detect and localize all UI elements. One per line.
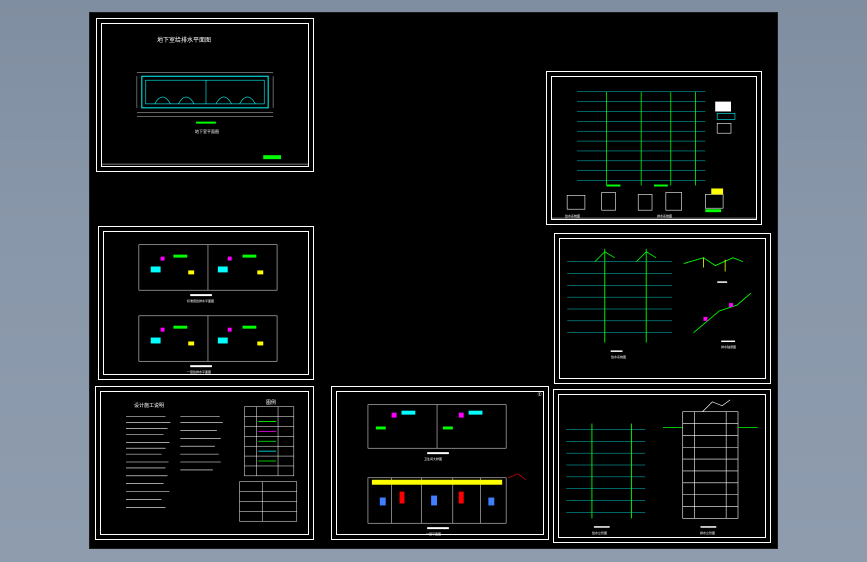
sheet-caption-a: 给水系统图 <box>565 214 581 218</box>
riser-drawing <box>566 399 758 528</box>
sheet-caption-a: 给水系统图 <box>611 355 627 359</box>
sheet-caption-b: 排水轴测图 <box>721 345 737 349</box>
floor-plan-drawing <box>138 244 278 368</box>
isometric-drawing <box>567 248 752 352</box>
sheet-caption-b: 一层给排水平面图 <box>187 370 212 374</box>
sheet-caption: 地下室平面图 <box>195 129 219 134</box>
sheet-caption-b: 排水立管图 <box>700 531 716 535</box>
sheet-unit-plans[interactable]: ① 卫生间大样图 一层平面图 <box>331 386 549 540</box>
sheet-isometric-diagrams[interactable]: 给水系统图 排水轴测图 <box>554 233 771 384</box>
sheet-caption-a: 给水立管图 <box>592 531 608 535</box>
sheet-basement-plan[interactable]: 地下室给排水平面图 地下室平面图 <box>96 18 314 172</box>
sheet-caption-b: 排水系统图 <box>657 214 673 218</box>
notes-drawing <box>126 406 298 522</box>
sheet-system-diagrams-a[interactable]: 给水系统图 排水系统图 <box>546 71 762 225</box>
system-diagram-drawing <box>551 91 757 219</box>
sheet-design-notes[interactable]: 设计施工说明 图例 <box>95 386 314 540</box>
drawing-canvas[interactable]: 地下室给排水平面图 地下室平面图 给水系统图 排水系统图 标准层给排水平面图 一… <box>90 13 777 548</box>
sheet-caption-b: 一层平面图 <box>426 532 442 536</box>
sheet-riser-diagrams[interactable]: 给水立管图 排水立管图 <box>553 389 771 543</box>
sheet-caption-a: 标准层给排水平面图 <box>187 299 215 303</box>
basement-plan-drawing <box>101 72 309 165</box>
sheet-caption-a: 卫生间大样图 <box>424 457 443 461</box>
sheet-standard-floor-plans[interactable]: 标准层给排水平面图 一层给排水平面图 <box>98 226 314 380</box>
unit-plan-drawing <box>367 404 527 530</box>
